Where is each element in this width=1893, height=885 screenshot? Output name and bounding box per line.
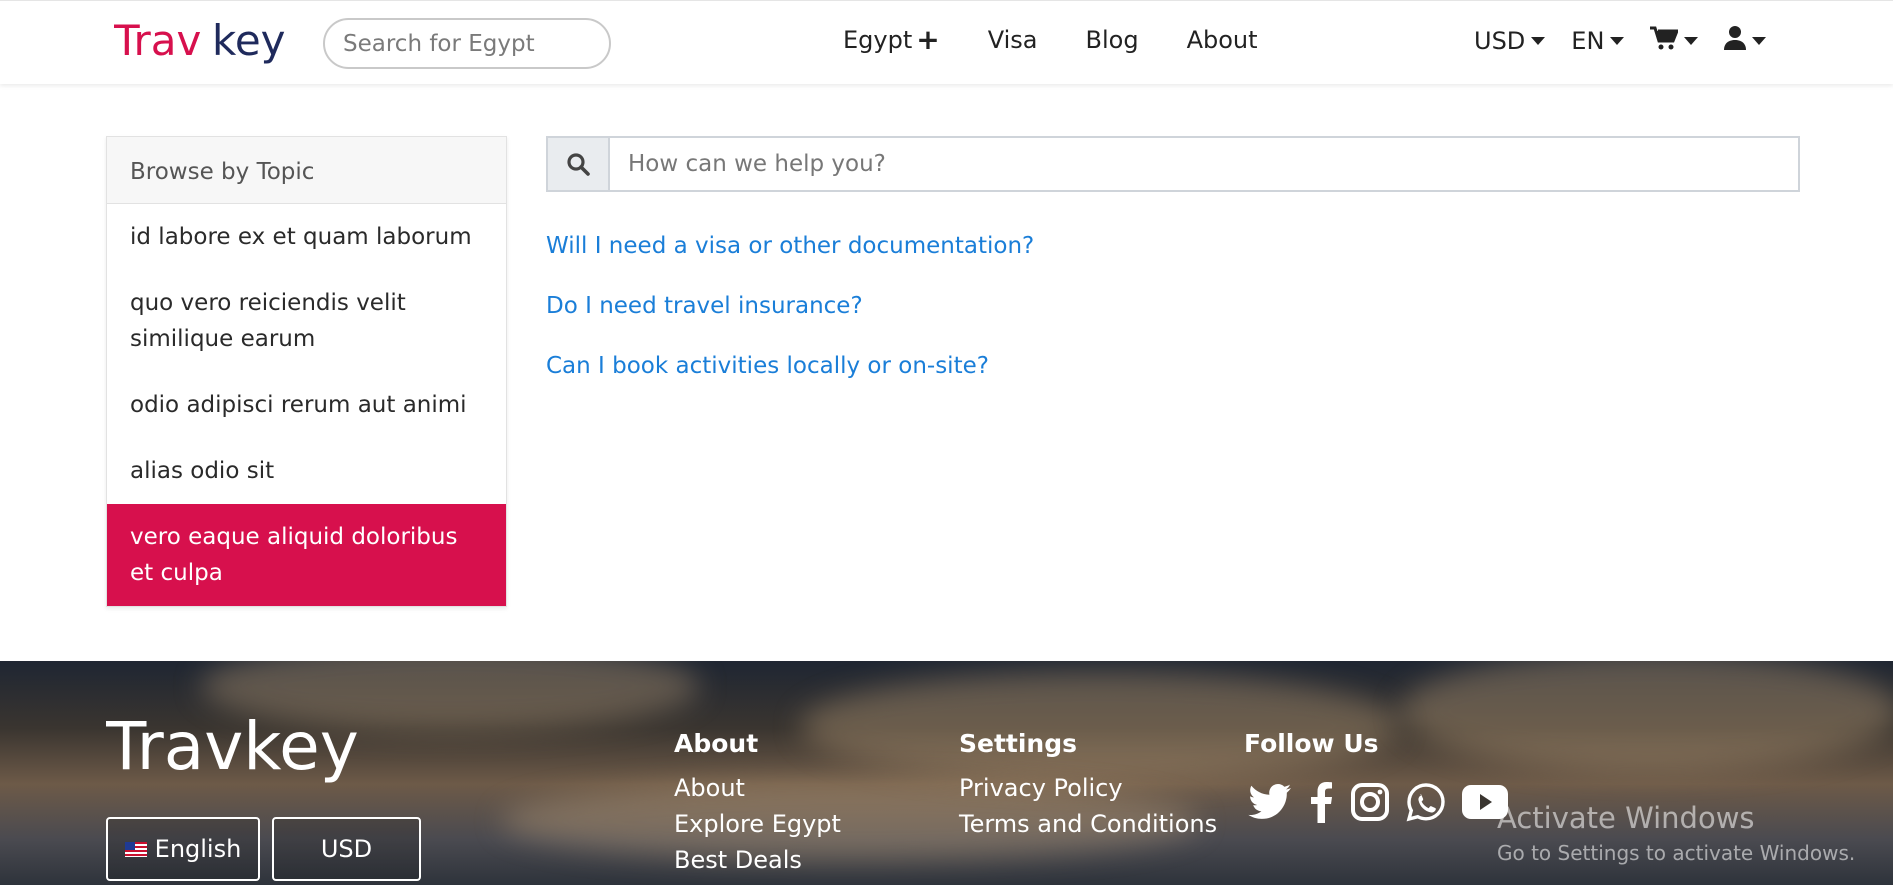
sidebar-topic-item[interactable]: quo vero reiciendis velit similique earu…	[107, 270, 506, 372]
twitter-icon[interactable]	[1248, 783, 1292, 821]
travkey-logo[interactable]: Trav key	[114, 17, 290, 73]
currency-button-label: USD	[320, 835, 373, 863]
sidebar-topic-item[interactable]: id labore ex et quam laborum	[107, 204, 506, 270]
activate-windows-title: Activate Windows	[1497, 801, 1755, 835]
sidebar-topic-item[interactable]: odio adipisci rerum aut animi	[107, 372, 506, 438]
footer-logo[interactable]: Travkey	[105, 708, 396, 791]
caret-down-icon	[1684, 37, 1699, 45]
footer-logo-text: Travkey	[106, 711, 359, 785]
caret-down-icon	[1610, 37, 1625, 45]
main-nav: Egypt + Visa Blog About	[843, 23, 1306, 56]
faq-link[interactable]: Do I need travel insurance?	[546, 293, 863, 319]
user-icon	[1724, 26, 1747, 56]
language-dropdown[interactable]: EN	[1571, 27, 1625, 55]
svg-text:Trav: Trav	[114, 17, 201, 65]
help-search-input[interactable]	[610, 138, 1798, 190]
footer-link[interactable]: Terms and Conditions	[959, 810, 1217, 838]
currency-dropdown[interactable]: USD	[1474, 27, 1546, 55]
social-links	[1248, 781, 1524, 823]
caret-down-icon	[1752, 37, 1767, 45]
site-search-input[interactable]	[323, 18, 611, 69]
topic-sidebar: Browse by Topic id labore ex et quam lab…	[106, 136, 507, 607]
footer-about-heading: About	[674, 729, 759, 758]
faq-link[interactable]: Will I need a visa or other documentatio…	[546, 233, 1034, 259]
nav-link-visa[interactable]: Visa	[988, 26, 1038, 54]
help-search-bar	[546, 136, 1800, 192]
currency-button[interactable]: USD	[272, 817, 421, 881]
facebook-icon[interactable]	[1308, 781, 1334, 823]
footer-link[interactable]: About	[674, 774, 745, 802]
sidebar-topic-item[interactable]: alias odio sit	[107, 438, 506, 504]
language-button[interactable]: English	[106, 817, 260, 881]
sidebar-topic-item-active[interactable]: vero eaque aliquid doloribus et culpa	[107, 504, 506, 606]
footer-link[interactable]: Best Deals	[674, 846, 802, 874]
site-footer: Travkey English USD About About Explore …	[0, 661, 1893, 885]
whatsapp-icon[interactable]	[1406, 782, 1446, 822]
faq-link[interactable]: Can I book activities locally or on-site…	[546, 353, 989, 379]
svg-text:key: key	[212, 17, 286, 65]
instagram-icon[interactable]	[1350, 782, 1390, 822]
plus-icon: +	[916, 23, 940, 56]
nav-link-egypt-label: Egypt	[843, 26, 913, 54]
footer-link[interactable]: Privacy Policy	[959, 774, 1123, 802]
caret-down-icon	[1531, 37, 1546, 45]
search-icon[interactable]	[548, 138, 610, 190]
nav-utilities: USD EN	[1474, 26, 1792, 56]
footer-settings-heading: Settings	[959, 729, 1078, 758]
us-flag-icon	[124, 841, 147, 857]
language-label: EN	[1571, 27, 1605, 55]
nav-link-about[interactable]: About	[1187, 26, 1258, 54]
nav-link-blog[interactable]: Blog	[1086, 26, 1139, 54]
language-button-label: English	[154, 835, 242, 863]
sidebar-heading: Browse by Topic	[107, 137, 506, 204]
top-navbar: Trav key Egypt + Visa Blog About USD EN	[0, 0, 1893, 84]
user-dropdown[interactable]	[1724, 26, 1767, 56]
cart-icon	[1650, 26, 1680, 56]
activate-windows-subtitle: Go to Settings to activate Windows.	[1497, 841, 1856, 865]
nav-link-egypt[interactable]: Egypt +	[843, 23, 940, 56]
currency-label: USD	[1474, 27, 1526, 55]
footer-link[interactable]: Explore Egypt	[674, 810, 841, 838]
cart-dropdown[interactable]	[1650, 26, 1699, 56]
footer-follow-heading: Follow Us	[1244, 729, 1379, 758]
